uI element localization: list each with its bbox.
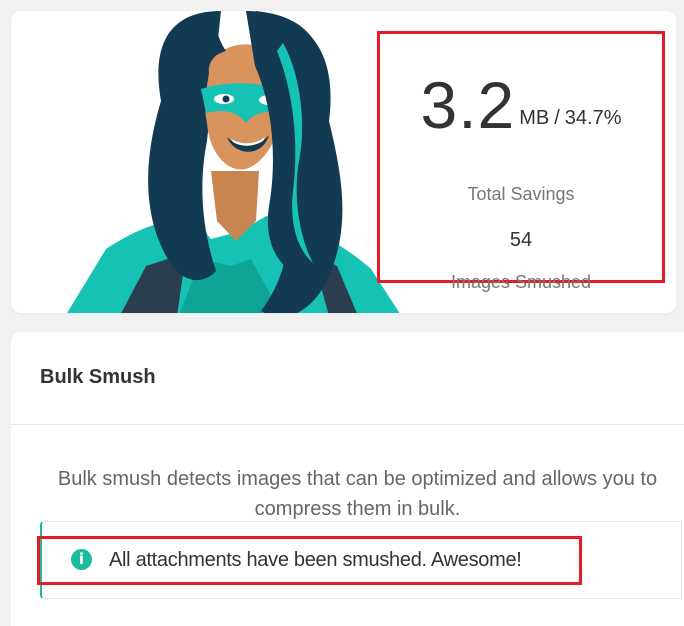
bulk-smush-header: Bulk Smush [11,332,684,425]
savings-stats-highlight: 3.2 MB/34.7% Total Savings 54 Images Smus… [377,31,665,292]
savings-size: 3.2 [420,68,516,142]
notice-text: All attachments have been smushed. Aweso… [109,549,522,571]
info-icon: i [71,549,92,570]
savings-summary: 3.2 MB/34.7% [380,72,662,138]
images-smushed-count: 54 [509,229,533,251]
smush-dashboard: 3.2 MB/34.7% Total Savings 54 Images Smus… [0,0,684,626]
savings-unit: MB [519,107,550,129]
bulk-smush-title: Bulk Smush [40,366,156,388]
bulk-smush-description: Bulk smush detects images that can be op… [57,468,658,520]
summary-card: 3.2 MB/34.7% Total Savings 54 Images Smus… [11,11,676,313]
bulk-smush-card: Bulk Smush Bulk smush detects images tha… [11,332,684,626]
superhero-illustration [41,11,421,313]
images-smushed-label: Images Smushed [450,272,592,292]
savings-separator: / [554,107,560,129]
total-savings-label: Total Savings [467,184,575,204]
savings-percent: 34.7% [564,107,622,129]
